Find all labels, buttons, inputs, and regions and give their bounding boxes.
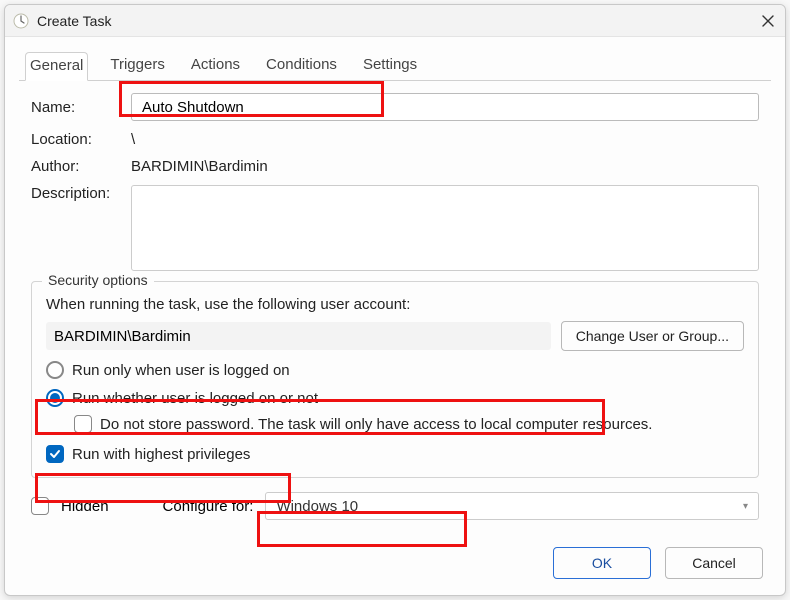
name-label: Name: [31, 99, 131, 116]
tab-settings[interactable]: Settings [359, 52, 421, 81]
security-options-group: Security options When running the task, … [31, 281, 759, 478]
tab-actions[interactable]: Actions [187, 52, 244, 81]
location-value: \ [131, 131, 759, 148]
no-store-password-label: Do not store password. The task will onl… [100, 416, 652, 433]
description-input[interactable] [131, 185, 759, 271]
cancel-button[interactable]: Cancel [665, 547, 763, 579]
change-user-button[interactable]: Change User or Group... [561, 321, 744, 351]
tab-general[interactable]: General [25, 52, 88, 81]
window-title: Create Task [37, 13, 759, 29]
author-value: BARDIMIN\Bardimin [131, 158, 759, 175]
run-highest-privileges-label: Run with highest privileges [72, 446, 250, 463]
radio-run-logged-on[interactable] [46, 361, 64, 379]
ok-button[interactable]: OK [553, 547, 651, 579]
security-prompt: When running the task, use the following… [46, 296, 744, 313]
tab-conditions[interactable]: Conditions [262, 52, 341, 81]
location-label: Location: [31, 131, 131, 148]
checkbox-no-store-password[interactable] [74, 415, 92, 433]
security-legend: Security options [42, 272, 154, 288]
configure-for-select[interactable]: Windows 10 ▾ [265, 492, 759, 520]
name-input[interactable] [131, 93, 759, 121]
tab-triggers[interactable]: Triggers [106, 52, 168, 81]
checkbox-run-highest-privileges[interactable] [46, 445, 64, 463]
tabstrip: General Triggers Actions Conditions Sett… [19, 51, 771, 81]
configure-for-label: Configure for: [163, 498, 254, 515]
security-account: BARDIMIN\Bardimin [46, 322, 551, 350]
description-label: Description: [31, 185, 131, 202]
chevron-down-icon: ▾ [743, 501, 748, 512]
create-task-dialog: Create Task General Triggers Actions Con… [4, 4, 786, 596]
titlebar: Create Task [5, 5, 785, 37]
close-button[interactable] [759, 12, 777, 30]
checkbox-hidden[interactable] [31, 497, 49, 515]
author-label: Author: [31, 158, 131, 175]
radio-run-whether[interactable] [46, 389, 64, 407]
configure-for-value: Windows 10 [276, 498, 358, 515]
radio-run-logged-on-label: Run only when user is logged on [72, 362, 290, 379]
hidden-label: Hidden [61, 498, 109, 515]
task-scheduler-icon [13, 13, 29, 29]
radio-run-whether-label: Run whether user is logged on or not [72, 390, 318, 407]
